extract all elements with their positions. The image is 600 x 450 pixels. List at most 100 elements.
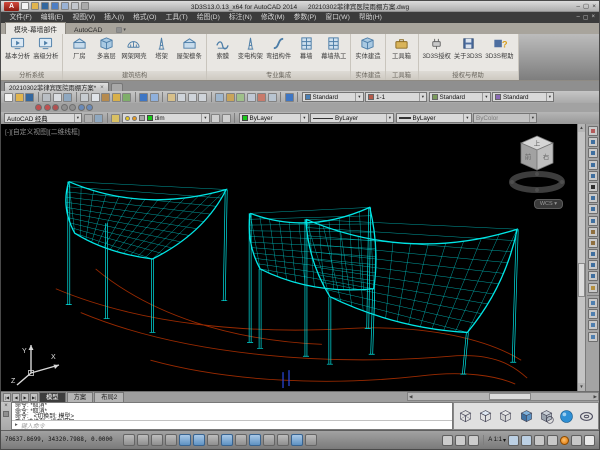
- plot-icon[interactable]: [42, 93, 51, 102]
- ribbon-button[interactable]: 多高层: [93, 36, 119, 60]
- visual-style-2d-wireframe-icon[interactable]: [457, 408, 474, 425]
- ribbon-button[interactable]: 网架网壳: [120, 36, 147, 60]
- zoom-realtime-icon[interactable]: [177, 93, 186, 102]
- menu-item-10[interactable]: 参数(P): [289, 12, 321, 23]
- ribbon-button[interactable]: 关于3D3S: [453, 36, 483, 60]
- doc-close-icon[interactable]: ×: [591, 14, 595, 21]
- undo-icon[interactable]: [139, 93, 148, 102]
- visual-style-conceptual-icon[interactable]: [538, 408, 555, 425]
- menu-item-7[interactable]: 绘图(D): [192, 12, 224, 23]
- ribbon-tab-inactive[interactable]: AutoCAD: [66, 26, 110, 34]
- layer-combo[interactable]: dim ▾: [122, 113, 210, 123]
- redo-icon[interactable]: [61, 2, 69, 10]
- ribbon-button[interactable]: 变电构架: [237, 36, 264, 60]
- ribbon-button[interactable]: 幕墙: [293, 36, 319, 60]
- menu-item-6[interactable]: 工具(T): [161, 12, 192, 23]
- layer-freeze-sun-icon[interactable]: [132, 116, 137, 121]
- ribbon-minimize-icon[interactable]: [116, 27, 122, 33]
- bring-above-objects-icon[interactable]: [588, 320, 598, 330]
- vertical-scrollbar[interactable]: ▲ ▼: [577, 124, 585, 391]
- layer-on-bulb-icon[interactable]: [125, 116, 130, 121]
- coordinates-readout[interactable]: 70637.8699, 34320.7988, 0.0000: [5, 437, 121, 443]
- properties-icon[interactable]: [215, 93, 224, 102]
- paste-icon[interactable]: [101, 93, 110, 102]
- workspace-combo[interactable]: AutoCAD 经典 ▾: [4, 113, 82, 123]
- annotation-autoscale-icon[interactable]: [521, 435, 532, 446]
- layout-tab[interactable]: 模型: [39, 392, 66, 402]
- small-tool-1-icon[interactable]: [35, 104, 42, 111]
- snap-toggle[interactable]: [137, 434, 149, 446]
- copy-icon[interactable]: [588, 137, 598, 147]
- array-icon[interactable]: [588, 171, 598, 181]
- ribbon-button[interactable]: 厂房: [66, 36, 92, 60]
- model-space-icon[interactable]: [442, 435, 453, 446]
- zoom-window-icon[interactable]: [188, 93, 197, 102]
- save-icon[interactable]: [25, 93, 34, 102]
- layer-lock-icon[interactable]: [139, 115, 145, 121]
- linetype-combo[interactable]: ByLayer ▾: [310, 113, 394, 123]
- make-object-layer-current-icon[interactable]: [211, 114, 220, 123]
- model-viewport[interactable]: [-][自定义视图][二维线框] 上 前 右 WCS ▾: [1, 124, 577, 391]
- match-properties-icon[interactable]: [112, 93, 121, 102]
- quick-view-layouts-icon[interactable]: [455, 435, 466, 446]
- stretch-icon[interactable]: [588, 216, 598, 226]
- command-close-icon[interactable]: ×: [4, 403, 8, 409]
- small-tool-2-icon[interactable]: [44, 104, 51, 111]
- scroll-right-icon[interactable]: ▶: [593, 394, 598, 400]
- toolbar-lock-icon[interactable]: [547, 435, 558, 446]
- ribbon-button[interactable]: 弯扭构件: [265, 36, 292, 60]
- ribbon-button[interactable]: 工具箱: [389, 36, 415, 60]
- autocad-logo-icon[interactable]: A: [4, 2, 19, 11]
- redo-icon[interactable]: [150, 93, 159, 102]
- file-tab-close-icon[interactable]: ×: [100, 84, 104, 91]
- grid-toggle[interactable]: [151, 434, 163, 446]
- small-tool-5-icon[interactable]: [69, 104, 76, 111]
- ribbon-button[interactable]: 3D3S授权: [422, 36, 452, 60]
- design-center-icon[interactable]: [226, 93, 235, 102]
- scroll-up-icon[interactable]: ▲: [579, 124, 583, 132]
- osnap-toggle[interactable]: [193, 434, 205, 446]
- offset-icon[interactable]: [588, 160, 598, 170]
- ribbon-button[interactable]: 高级分析: [32, 36, 59, 60]
- layout-nav-3-icon[interactable]: ▶: [21, 393, 29, 402]
- ribbon-button[interactable]: 实体建造: [354, 36, 381, 60]
- minimize-icon[interactable]: –: [576, 2, 580, 11]
- osnap-3d-toggle[interactable]: [207, 434, 219, 446]
- scroll-track[interactable]: [413, 393, 592, 400]
- selection-cycling-toggle[interactable]: [305, 434, 317, 446]
- layer-previous-icon[interactable]: [222, 114, 231, 123]
- menu-item-9[interactable]: 修改(M): [256, 12, 289, 23]
- command-window-grip[interactable]: ×: [1, 402, 11, 430]
- close-icon[interactable]: ×: [592, 2, 596, 11]
- annotation-scale-control[interactable]: A 1:1 ▾: [488, 437, 506, 444]
- ribbon-button[interactable]: 幕墙热工: [320, 36, 347, 60]
- send-to-back-icon[interactable]: [588, 309, 598, 319]
- ribbon-button[interactable]: 屋架檩条: [176, 36, 203, 60]
- workspace-switching-icon[interactable]: [534, 435, 545, 446]
- bring-to-front-icon[interactable]: [588, 298, 598, 308]
- new-drawing-tab-button[interactable]: [111, 83, 123, 91]
- workspace-save-icon[interactable]: [94, 114, 103, 123]
- rotate-icon[interactable]: [588, 193, 598, 203]
- workspace-settings-gear-icon[interactable]: [84, 114, 93, 123]
- sheet-set-manager-icon[interactable]: [247, 93, 256, 102]
- visual-style-xray-icon[interactable]: [578, 408, 595, 425]
- command-wrench-icon[interactable]: [3, 411, 9, 417]
- plot-icon[interactable]: [71, 2, 79, 10]
- scroll-thumb[interactable]: [489, 393, 531, 400]
- doc-minimize-icon[interactable]: –: [576, 14, 579, 21]
- visual-style-hidden-icon[interactable]: [497, 408, 514, 425]
- layer-properties-manager-icon[interactable]: [111, 114, 120, 123]
- layout-tab[interactable]: 方案: [67, 392, 94, 402]
- dyn-toggle[interactable]: [249, 434, 261, 446]
- send-under-objects-icon[interactable]: [588, 332, 598, 342]
- scroll-track[interactable]: [578, 132, 585, 383]
- menu-item-8[interactable]: 标注(N): [224, 12, 256, 23]
- qat-menu-icon[interactable]: [81, 2, 89, 10]
- ducs-toggle[interactable]: [235, 434, 247, 446]
- mirror-icon[interactable]: [588, 148, 598, 158]
- table-style-combo[interactable]: Standard ▾: [429, 92, 491, 102]
- help-icon[interactable]: [285, 93, 294, 102]
- transparency-toggle[interactable]: [277, 434, 289, 446]
- plot-preview-icon[interactable]: [53, 93, 62, 102]
